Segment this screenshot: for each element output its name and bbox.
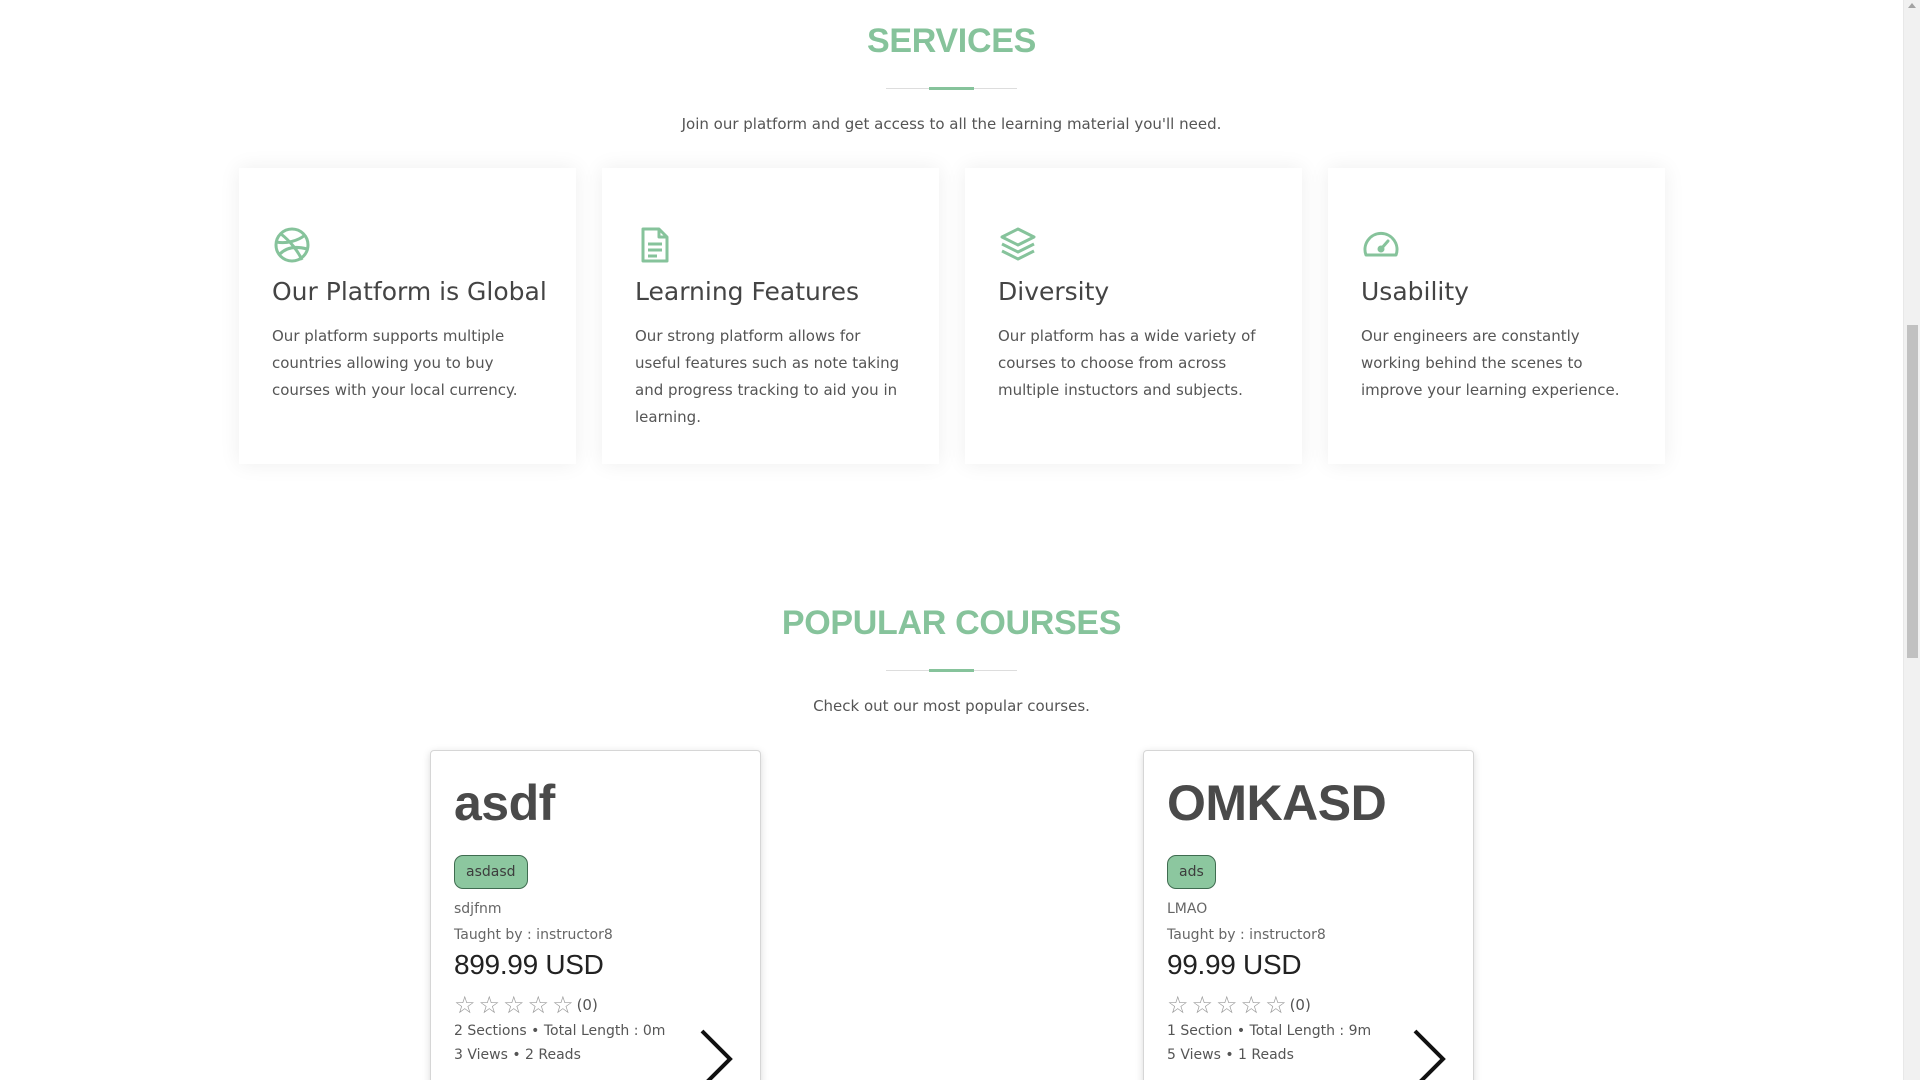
- document-icon: [635, 225, 675, 265]
- rating-count: (0): [576, 996, 598, 1014]
- course-tag[interactable]: asdasd: [454, 855, 528, 889]
- service-card-learning-features: Learning Features Our strong platform al…: [602, 168, 939, 464]
- service-card-global: Our Platform is Global Our platform supp…: [239, 168, 576, 464]
- course-tag[interactable]: ads: [1167, 855, 1216, 889]
- star-empty-icon: ☆: [1240, 991, 1263, 1019]
- vertical-scrollbar[interactable]: [1903, 0, 1920, 1080]
- rating-count: (0): [1289, 996, 1311, 1014]
- course-description: sdjfnm: [454, 901, 502, 917]
- course-description: LMAO: [1167, 901, 1208, 917]
- services-subtitle: Join our platform and get access to all …: [681, 115, 1222, 133]
- service-card-text: Our platform has a wide variety of cours…: [998, 327, 1256, 399]
- star-empty-icon: ☆: [478, 991, 501, 1019]
- course-rating: ☆ ☆ ☆ ☆ ☆ (0): [454, 993, 737, 1017]
- course-stats: 3 Views • 2 Reads: [454, 1047, 581, 1063]
- service-card-title: Usability: [1361, 277, 1469, 306]
- popular-courses-subtitle: Check out our most popular courses.: [813, 697, 1090, 715]
- service-card-title: Our Platform is Global: [272, 277, 547, 306]
- course-teacher: Taught by : instructor8: [1167, 927, 1326, 943]
- star-empty-icon: ☆: [503, 991, 525, 1019]
- popular-courses-title: POPULAR COURSES: [781, 604, 1122, 642]
- service-card-diversity: Diversity Our platform has a wide variet…: [965, 168, 1302, 464]
- scrollbar-thumb[interactable]: [1907, 325, 1918, 658]
- course-title[interactable]: asdf: [454, 773, 737, 833]
- services-divider: [886, 87, 1017, 90]
- service-card-usability: Usability Our engineers are constantly w…: [1328, 168, 1665, 464]
- services-title: SERVICES: [867, 22, 1036, 60]
- service-card-title: Diversity: [998, 277, 1110, 306]
- chevron-right-icon[interactable]: [696, 1026, 736, 1080]
- services-divider-accent: [929, 87, 974, 90]
- layers-icon: [998, 225, 1038, 265]
- star-empty-icon: ☆: [1167, 991, 1189, 1019]
- chevron-right-icon[interactable]: [1409, 1026, 1449, 1080]
- star-empty-icon: ☆: [552, 991, 574, 1019]
- service-card-text: Our platform supports multiple countries…: [272, 327, 518, 399]
- course-title[interactable]: OMKASD: [1167, 773, 1450, 833]
- popular-courses-divider-accent: [929, 669, 974, 672]
- star-empty-icon: ☆: [1191, 991, 1214, 1019]
- course-price: 899.99 USD: [454, 949, 604, 980]
- star-empty-icon: ☆: [454, 991, 476, 1019]
- course-card[interactable]: asdf asdasd sdjfnm Taught by : instructo…: [430, 750, 761, 1080]
- page-viewport: SERVICES Join our platform and get acces…: [0, 0, 1920, 1080]
- course-stats: 5 Views • 1 Reads: [1167, 1047, 1294, 1063]
- star-empty-icon: ☆: [1216, 991, 1238, 1019]
- star-empty-icon: ☆: [1265, 991, 1287, 1019]
- service-card-text: Our engineers are constantly working beh…: [1361, 327, 1620, 399]
- course-meta: 1 Section • Total Length : 9m: [1167, 1023, 1372, 1039]
- popular-courses-divider: [886, 669, 1017, 672]
- course-meta: 2 Sections • Total Length : 0m: [454, 1023, 666, 1039]
- star-empty-icon: ☆: [527, 991, 550, 1019]
- course-teacher: Taught by : instructor8: [454, 927, 613, 943]
- service-card-text: Our strong platform allows for useful fe…: [635, 327, 900, 426]
- speedometer-icon: [1361, 225, 1401, 265]
- service-card-title: Learning Features: [635, 277, 859, 306]
- course-price: 99.99 USD: [1167, 949, 1302, 980]
- scroll-up-arrow-icon[interactable]: [1908, 3, 1916, 8]
- dribbble-icon: [272, 225, 312, 265]
- course-card[interactable]: OMKASD ads LMAO Taught by : instructor8 …: [1143, 750, 1474, 1080]
- course-rating: ☆ ☆ ☆ ☆ ☆ (0): [1167, 993, 1450, 1017]
